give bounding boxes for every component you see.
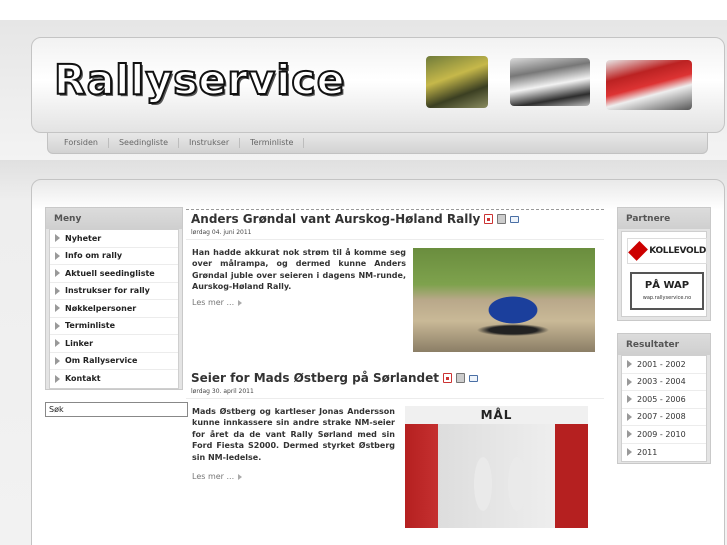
- triangle-right-icon: [55, 251, 60, 260]
- topnav-terminliste[interactable]: Terminliste: [240, 138, 305, 148]
- wap-banner[interactable]: PÅ WAP wap.rallyservice.no: [630, 272, 704, 310]
- article-2-separator: [186, 398, 604, 399]
- print-icon[interactable]: [456, 373, 466, 383]
- triangle-right-icon: [627, 377, 632, 386]
- triangle-right-icon: [55, 234, 60, 243]
- header-car-image-3: [606, 60, 692, 110]
- article-2-read-more[interactable]: Les mer ...: [192, 472, 243, 481]
- results-item-2007-2008[interactable]: 2007 - 2008: [622, 409, 706, 426]
- article-2-photo-banner: MÅL: [405, 406, 588, 424]
- triangle-right-icon: [238, 299, 243, 306]
- results-item-2001-2002[interactable]: 2001 - 2002: [622, 356, 706, 374]
- results-item-2011[interactable]: 2011: [622, 444, 706, 462]
- kollevold-logo-icon: [628, 241, 649, 261]
- article-1-read-more[interactable]: Les mer ...: [192, 298, 243, 307]
- article-1-title[interactable]: Anders Grøndal vant Aurskog-Høland Rally: [191, 212, 520, 226]
- triangle-right-icon: [627, 412, 632, 421]
- menu-item-kontakt[interactable]: Kontakt: [50, 370, 178, 388]
- pdf-icon[interactable]: [443, 373, 453, 383]
- article-1-text: Han hadde akkurat nok strøm til å komme …: [192, 248, 406, 292]
- article-2-title[interactable]: Seier for Mads Østberg på Sørlandet: [191, 371, 479, 385]
- kollevold-banner[interactable]: KOLLEVOLD: [627, 238, 707, 264]
- triangle-right-icon: [55, 269, 60, 278]
- triangle-right-icon: [627, 448, 632, 457]
- menu-item-info-om-rally[interactable]: Info om rally: [50, 248, 178, 265]
- site-header: Rallyservice: [31, 37, 725, 133]
- content-divider: [186, 209, 604, 210]
- partners-title: Partnere: [618, 208, 710, 229]
- topnav-instrukser[interactable]: Instrukser: [179, 138, 241, 148]
- triangle-right-icon: [627, 360, 632, 369]
- article-1-date: lørdag 04. juni 2011: [191, 229, 252, 236]
- results-box: Resultater 2001 - 2002 2003 - 2004 2005 …: [617, 333, 711, 464]
- main-menu: Meny Nyheter Info om rally Aktuell seedi…: [45, 207, 183, 390]
- print-icon[interactable]: [497, 214, 507, 224]
- results-list: 2001 - 2002 2003 - 2004 2005 - 2006 2007…: [621, 355, 707, 462]
- menu-item-instrukser-for-rally[interactable]: Instrukser for rally: [50, 283, 178, 300]
- top-navigation: Forsiden Seedingliste Instrukser Terminl…: [47, 133, 708, 154]
- results-item-2009-2010[interactable]: 2009 - 2010: [622, 426, 706, 444]
- site-logo[interactable]: Rallyservice: [53, 55, 345, 105]
- menu-item-nokkelpersoner[interactable]: Nøkkelpersoner: [50, 300, 178, 318]
- menu-item-linker[interactable]: Linker: [50, 335, 178, 353]
- triangle-right-icon: [55, 321, 60, 330]
- triangle-right-icon: [627, 430, 632, 439]
- triangle-right-icon: [55, 304, 60, 313]
- results-item-2003-2004[interactable]: 2003 - 2004: [622, 374, 706, 391]
- menu-list: Nyheter Info om rally Aktuell seedinglis…: [49, 229, 179, 389]
- header-car-image-2: [510, 58, 590, 106]
- article-2-date: lørdag 30. april 2011: [191, 388, 254, 395]
- article-1-photo: [413, 248, 595, 352]
- triangle-right-icon: [55, 356, 60, 365]
- partners-box: Partnere KOLLEVOLD PÅ WAP wap.rallyservi…: [617, 207, 711, 321]
- triangle-right-icon: [55, 286, 60, 295]
- triangle-right-icon: [238, 473, 243, 480]
- article-1-separator: [186, 239, 604, 240]
- pdf-icon[interactable]: [484, 214, 494, 224]
- topnav-forsiden[interactable]: Forsiden: [54, 138, 109, 148]
- triangle-right-icon: [627, 395, 632, 404]
- search-input[interactable]: [45, 402, 188, 417]
- triangle-right-icon: [55, 339, 60, 348]
- menu-item-terminliste[interactable]: Terminliste: [50, 318, 178, 335]
- email-icon[interactable]: [510, 215, 520, 223]
- triangle-right-icon: [55, 374, 60, 383]
- topnav-seedingliste[interactable]: Seedingliste: [109, 138, 180, 148]
- results-title: Resultater: [618, 334, 710, 355]
- menu-item-aktuell-seedingliste[interactable]: Aktuell seedingliste: [50, 265, 178, 283]
- menu-item-om-rallyservice[interactable]: Om Rallyservice: [50, 353, 178, 370]
- email-icon[interactable]: [469, 374, 479, 382]
- menu-item-nyheter[interactable]: Nyheter: [50, 230, 178, 248]
- partners-list: KOLLEVOLD PÅ WAP wap.rallyservice.no: [621, 231, 707, 317]
- article-2-photo: [405, 406, 588, 528]
- header-car-image-1: [426, 56, 488, 108]
- article-2-text: Mads Østberg og kartleser Jonas Andersso…: [192, 407, 395, 462]
- results-item-2005-2006[interactable]: 2005 - 2006: [622, 391, 706, 409]
- menu-title: Meny: [46, 208, 182, 229]
